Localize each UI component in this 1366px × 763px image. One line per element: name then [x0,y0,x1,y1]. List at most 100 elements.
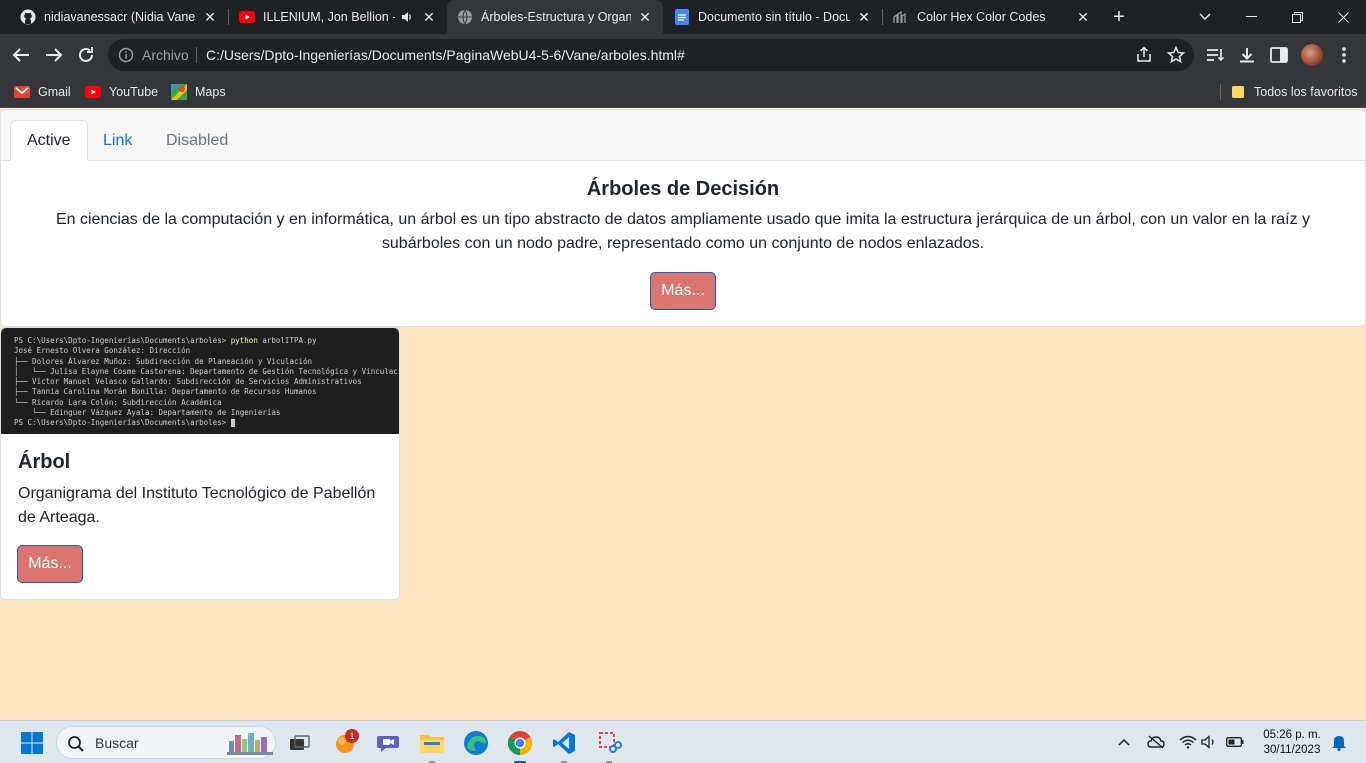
terminal-args: arbolITPA.py [262,336,317,345]
tree-card-text: Organigrama del Instituto Tecnológico de… [18,485,376,526]
hero-more-button[interactable]: Más... [650,272,716,310]
clock-date: 30/11/2023 [1263,744,1321,756]
download-icon[interactable] [1237,45,1257,65]
share-icon[interactable] [1135,46,1153,64]
terminal-output-line: ├── Dolores Álvarez Muñoz: Subdirección … [14,356,313,366]
teams-chat-icon[interactable] [374,729,402,757]
notification-bell-icon[interactable] [1330,733,1348,751]
reading-list-icon[interactable] [1205,45,1225,65]
show-hidden-icons-chevron-icon[interactable] [1115,733,1133,751]
chrome-icon[interactable] [506,729,534,757]
tab-title: Árboles-Estructura y Organiz [481,10,631,24]
new-tab-button[interactable]: + [1108,6,1130,28]
back-icon[interactable] [8,42,34,68]
notification-badge: 1 [345,729,359,743]
terminal-output-line: ├── Víctor Manuel Velasco Gallardo: Subd… [14,377,362,387]
bookmarks-bar: Gmail YouTube Maps Todos los favoritos [0,76,1366,108]
terminal-output-line: ├── Tannia Carolina Morán Bonilla: Depar… [14,387,317,397]
tab-link[interactable]: Link [87,120,148,161]
hero-title: Árboles de Decisión [586,178,780,200]
youtube-icon [239,9,255,25]
tree-card-title: Árbol [18,451,71,473]
terminal-final-line: PS C:\Users\Dpto-Ingenierías\Documents\a… [14,418,399,428]
tree-card: PS C:\Users\Dpto-Ingenierías\Documents\a… [0,327,400,600]
google-docs-icon [674,9,690,25]
browser-tab-strip: nidiavanessacr (Nidia Vanessa ✕ ILLENIUM… [0,0,1366,34]
close-icon[interactable]: ✕ [421,9,437,25]
tab-arboles-active[interactable]: Árboles-Estructura y Organiz ✕ [447,0,663,34]
bookmarks-separator [1220,84,1221,100]
tab-youtube[interactable]: ILLENIUM, Jon Bellion - G ✕ [229,0,447,34]
tab-title: ILLENIUM, Jon Bellion - G [263,10,395,24]
terminal-output-line: └── Ricardo Lara Colón: Subdirección Aca… [14,397,222,407]
tab-disabled: Disabled [166,131,229,149]
battery-icon[interactable] [1226,733,1244,751]
speaker-icon[interactable] [399,9,415,25]
windows-start-icon[interactable] [18,729,46,757]
vscode-icon[interactable] [550,729,578,757]
close-icon[interactable]: ✕ [202,9,218,25]
tab-search-chevron-icon[interactable] [1182,0,1228,34]
reload-icon[interactable] [73,42,99,68]
tab-title: nidiavanessacr (Nidia Vanessa [44,10,196,24]
tab-title: Documento sin título - Docu [698,10,850,24]
onedrive-offline-icon[interactable] [1147,733,1165,751]
search-icon [67,735,85,753]
terminal-screenshot: PS C:\Users\Dpto-Ingenierías\Documents\a… [1,328,400,434]
wifi-icon[interactable] [1179,733,1197,751]
all-bookmarks-label: Todos los favoritos [1254,85,1358,99]
profile-avatar[interactable] [1301,44,1323,66]
hero-card: Active Link Disabled Árboles de Decisión… [0,109,1366,327]
address-separator [196,47,197,63]
window-close-icon[interactable] [1320,0,1366,34]
taskbar-search[interactable]: Buscar [56,726,276,759]
task-view-icon[interactable] [286,729,314,757]
terminal-output-line: └── Edinguer Vázquez Ayala: Departamento… [14,408,281,418]
colorhex-icon [893,9,909,25]
page-viewport: Active Link Disabled Árboles de Decisión… [0,109,1366,720]
terminal-cursor [230,419,235,428]
system-clock[interactable]: 05:26 p. m. 30/11/2023 [1256,728,1328,758]
browser-toolbar: Archivo C:/Users/Dpto-Ingenierías/Docume… [0,34,1366,76]
tree-card-more-button[interactable]: Más... [17,545,83,583]
bookmark-youtube[interactable]: YouTube [85,82,158,102]
tab-title: Color Hex Color Codes [917,10,1046,24]
clock-time: 05:26 p. m. [1263,729,1321,741]
gmail-icon [14,84,30,100]
tab-github[interactable]: nidiavanessacr (Nidia Vanessa ✕ [10,0,228,34]
volume-icon[interactable] [1201,733,1219,751]
bookmark-gmail[interactable]: Gmail [14,82,71,102]
terminal-command: python [230,336,258,345]
windows-taskbar: Buscar 1 05:26 p. m. 30/11/2023 [0,720,1366,763]
menu-kebab-icon[interactable] [1334,45,1354,65]
close-icon[interactable]: ✕ [1075,9,1091,25]
file-scheme-label: Archivo [142,47,189,63]
card-header-tabs: Active Link Disabled [1,110,1365,161]
restore-icon[interactable] [1274,0,1320,34]
maps-icon [171,84,187,100]
address-bar[interactable]: Archivo C:/Users/Dpto-Ingenierías/Docume… [108,39,1194,71]
terminal-command-line: PS C:\Users\Dpto-Ingenierías\Documents\a… [14,336,399,346]
url-text[interactable]: C:/Users/Dpto-Ingenierías/Documents/Pagi… [206,47,685,63]
info-icon[interactable] [118,47,134,63]
search-placeholder: Buscar [95,735,139,751]
side-panel-icon[interactable] [1269,45,1289,65]
bookmark-maps[interactable]: Maps [171,82,226,102]
forward-icon[interactable] [41,42,67,68]
hero-text: En ciencias de la computación y en infor… [55,211,1311,252]
edge-browser-icon[interactable] [462,729,490,757]
tab-active[interactable]: Active [10,120,88,161]
terminal-output-line: │ └── Julisa Elayne Cosme Castorena: Dep… [14,366,400,376]
snipping-tool-icon[interactable] [596,729,624,757]
close-icon[interactable]: ✕ [856,9,872,25]
close-icon[interactable]: ✕ [637,9,653,25]
bookmark-label: Maps [195,85,226,99]
tab-google-docs[interactable]: Documento sin título - Docu ✕ [664,0,882,34]
bookmark-label: YouTube [109,85,159,99]
youtube-icon [85,84,101,100]
bookmark-star-icon[interactable] [1166,45,1186,64]
all-bookmarks-folder[interactable]: Todos los favoritos [1230,82,1358,102]
tab-color-hex[interactable]: Color Hex Color Codes ✕ [883,0,1101,34]
file-explorer-icon[interactable] [418,729,446,757]
minimize-icon[interactable] [1228,0,1274,34]
